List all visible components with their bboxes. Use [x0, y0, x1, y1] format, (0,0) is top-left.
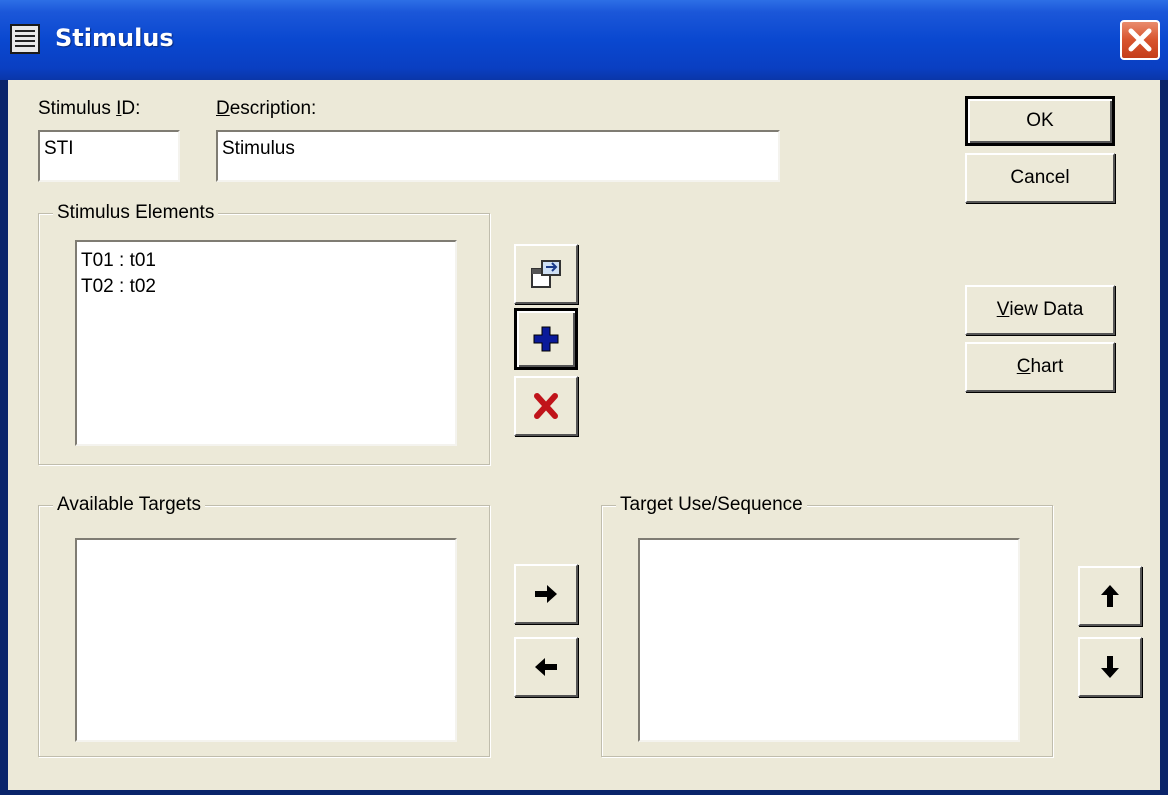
- dialog-client-area: Stimulus ID: STI Description: Stimulus O…: [8, 80, 1160, 790]
- close-button[interactable]: [1120, 20, 1160, 60]
- stimulus-elements-title: Stimulus Elements: [53, 202, 219, 224]
- target-use-sequence-title: Target Use/Sequence: [616, 494, 807, 516]
- move-up-button[interactable]: [1078, 566, 1142, 626]
- list-item[interactable]: T02 : t02: [81, 274, 451, 300]
- close-icon: [1128, 28, 1152, 52]
- cancel-button[interactable]: Cancel: [965, 153, 1115, 203]
- move-down-button[interactable]: [1078, 637, 1142, 697]
- list-item[interactable]: T01 : t01: [81, 248, 451, 274]
- arrow-left-icon: [535, 658, 557, 676]
- stimulus-id-label: Stimulus ID:: [38, 98, 141, 119]
- view-data-button[interactable]: View Data: [965, 285, 1115, 335]
- arrow-up-icon: [1101, 585, 1119, 607]
- add-element-button[interactable]: [514, 308, 578, 370]
- plus-icon: [533, 326, 559, 352]
- arrow-down-icon: [1101, 656, 1119, 678]
- target-use-sequence-group: Target Use/Sequence: [601, 494, 1053, 757]
- ok-button[interactable]: OK: [965, 96, 1115, 146]
- chart-button[interactable]: Chart: [965, 342, 1115, 392]
- stimulus-elements-group: Stimulus Elements T01 : t01 T02 : t02: [38, 202, 490, 465]
- stimulus-id-field[interactable]: STI: [38, 130, 180, 182]
- window-icon: [10, 24, 40, 54]
- stimulus-dialog: Stimulus Stimulus ID: STI Description: S…: [0, 0, 1168, 795]
- stimulus-elements-list[interactable]: T01 : t01 T02 : t02: [75, 240, 457, 446]
- delete-x-icon: [534, 393, 558, 419]
- move-left-button[interactable]: [514, 637, 578, 697]
- description-label: Description:: [216, 98, 317, 119]
- arrow-right-icon: [535, 585, 557, 603]
- delete-element-button[interactable]: [514, 376, 578, 436]
- target-use-sequence-list[interactable]: [638, 538, 1020, 742]
- description-field[interactable]: Stimulus: [216, 130, 780, 182]
- available-targets-title: Available Targets: [53, 494, 206, 516]
- available-targets-group: Available Targets: [38, 494, 490, 757]
- properties-icon: [531, 260, 561, 288]
- title-bar[interactable]: Stimulus: [0, 0, 1168, 80]
- window-title: Stimulus: [55, 24, 174, 52]
- element-properties-button[interactable]: [514, 244, 578, 304]
- move-right-button[interactable]: [514, 564, 578, 624]
- available-targets-list[interactable]: [75, 538, 457, 742]
